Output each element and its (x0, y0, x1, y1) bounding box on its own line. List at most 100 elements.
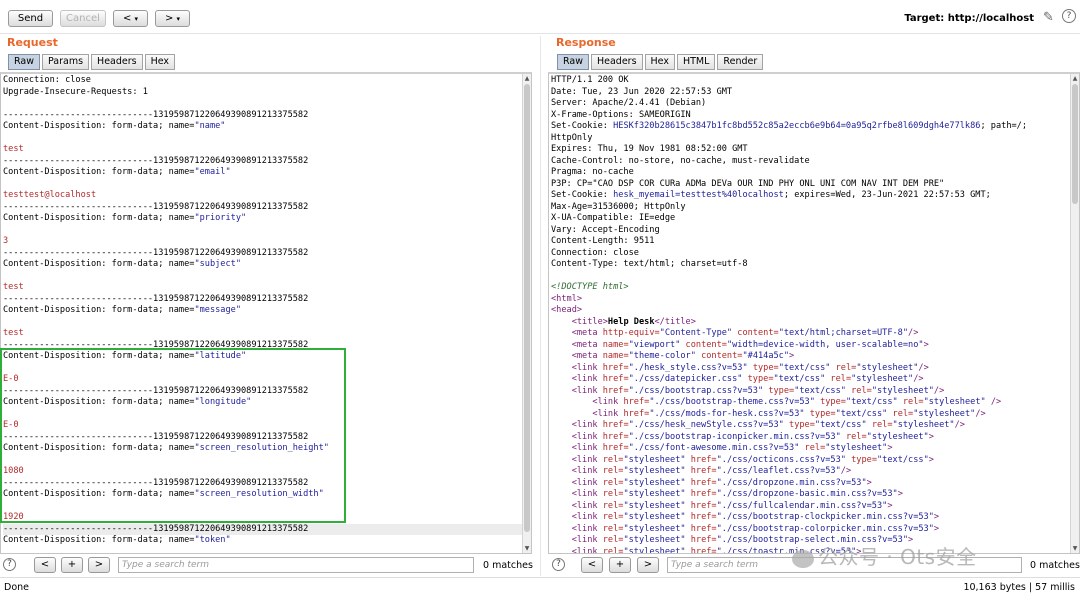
scroll-thumb[interactable] (524, 84, 530, 532)
html-token: "stylesheet" (913, 408, 976, 419)
line-text: E-0 (3, 374, 19, 384)
html-token: "./css/font-awesome.min.css?v=53" (628, 443, 805, 453)
html-token: <meta (571, 351, 603, 361)
html-token: "./hesk_style.css?v=53" (628, 362, 753, 373)
response-scrollbar[interactable]: ▲ ▼ (1070, 74, 1079, 553)
html-token: <title> (571, 316, 608, 327)
tab-html[interactable]: HTML (676, 54, 716, 70)
search-next-button[interactable]: > (88, 557, 110, 573)
pencil-icon[interactable]: ✎ (1043, 10, 1054, 25)
tab-raw[interactable]: Raw (8, 54, 40, 70)
scroll-up-icon[interactable]: ▲ (523, 74, 531, 83)
scroll-up-icon[interactable]: ▲ (1071, 74, 1079, 83)
html-token: "stylesheet" (623, 523, 691, 534)
html-token: "stylesheet" (623, 546, 691, 554)
scroll-down-icon[interactable]: ▼ (523, 544, 531, 553)
code-line: Content-Disposition: form-data; name="to… (3, 535, 531, 547)
response-editor[interactable]: HTTP/1.1 200 OK Date: Tue, 23 Jun 2020 22… (548, 72, 1080, 554)
code-line: 1920 (3, 512, 531, 524)
pane-divider[interactable] (540, 36, 541, 576)
help-icon[interactable]: ? (1062, 9, 1076, 23)
cookie-value: hesk_myemail=testtest%40localhost (613, 190, 784, 200)
search-add-button[interactable]: + (61, 557, 83, 573)
status-bar: Done 10,163 bytes | 57 millis (0, 577, 1080, 599)
html-token: /> (918, 362, 929, 373)
line-text: Upgrade-Insecure-Requests: 1 (3, 86, 148, 97)
search-next-button[interactable]: > (637, 557, 659, 573)
html-token: rel= (602, 489, 624, 499)
search-help-icon[interactable]: ? (3, 558, 16, 571)
code-line: Pragma: no-cache (551, 167, 1079, 179)
html-token: rel= (602, 477, 624, 488)
tab-hex[interactable]: Hex (144, 54, 176, 70)
code-line: <link rel="stylesheet" href="./css/octic… (551, 455, 1079, 467)
html-token: href= (623, 397, 650, 407)
code-line: Content-Type: text/html; charset=utf-8 (551, 259, 1079, 271)
code-line: test (3, 282, 531, 294)
back-button[interactable]: < ▾ (113, 10, 148, 27)
scroll-down-icon[interactable]: ▼ (1071, 544, 1079, 553)
code-line: <meta name="theme-color" content="#414a5… (551, 351, 1079, 363)
html-token: "text/css" (877, 454, 929, 465)
tab-headers[interactable]: Headers (91, 54, 143, 70)
html-token: <link (592, 408, 624, 419)
tab-headers[interactable]: Headers (590, 54, 643, 70)
html-token: type= (747, 374, 774, 384)
html-token: > (923, 339, 929, 350)
html-token: "stylesheet" (623, 489, 691, 499)
code-line: -----------------------------13195987122… (3, 248, 531, 260)
line-text: Connection: close (3, 75, 91, 85)
forward-button[interactable]: > ▾ (155, 10, 190, 27)
code-line: Content-Disposition: form-data; name="su… (3, 259, 531, 271)
tab-render[interactable]: Render (717, 54, 764, 70)
request-scrollbar[interactable]: ▲ ▼ (522, 74, 531, 553)
html-token: href= (690, 546, 717, 554)
request-text[interactable]: Connection: close Upgrade-Insecure-Reques… (1, 74, 531, 547)
target-label: Target: http://localhost (904, 13, 1034, 24)
line-text: testtest@localhost (3, 190, 97, 200)
html-token: rel= (871, 420, 893, 430)
response-text[interactable]: HTTP/1.1 200 OK Date: Tue, 23 Jun 2020 22… (549, 74, 1079, 554)
send-button[interactable]: Send (8, 10, 53, 27)
line-text: -----------------------------13195987122… (3, 339, 309, 350)
html-token: <link (571, 523, 603, 534)
response-size: 10,163 bytes | 57 millis (963, 582, 1075, 593)
html-token: href= (602, 385, 629, 396)
code-line: Max-Age=31536000; HttpOnly (551, 202, 1079, 214)
code-line: <link href="./css/hesk_newStyle.css?v=53… (551, 420, 1079, 432)
search-prev-button[interactable]: < (34, 557, 56, 573)
line-text: P3P: CP="CAO DSP COR CURa ADMa DEVa OUR … (551, 178, 945, 189)
html-token: "text/css" (814, 420, 872, 430)
scroll-thumb[interactable] (1072, 84, 1078, 204)
cancel-button[interactable]: Cancel (60, 10, 106, 27)
html-token: content= (685, 339, 727, 350)
search-input[interactable]: Type a search term (118, 557, 474, 573)
search-add-button[interactable]: + (609, 557, 631, 573)
line-text: X-Frame-Options: SAMEORIGIN (551, 109, 691, 120)
html-token: "stylesheet" (892, 420, 955, 430)
tab-params[interactable]: Params (41, 54, 90, 70)
match-count: 0 matches (1030, 560, 1080, 571)
code-line: <link href="./css/bootstrap-theme.css?v=… (551, 397, 1079, 409)
line-text: Content-Disposition: form-data; name= (3, 259, 195, 269)
search-prev-button[interactable]: < (581, 557, 603, 573)
tab-hex[interactable]: Hex (644, 54, 675, 70)
search-help-icon[interactable]: ? (552, 558, 565, 571)
code-line: HttpOnly (551, 133, 1079, 145)
forward-label: > (164, 13, 174, 24)
field-name: "token" (194, 535, 231, 545)
tab-raw[interactable]: Raw (557, 54, 589, 70)
line-text: -----------------------------13195987122… (3, 247, 309, 258)
html-token: /> (933, 385, 945, 396)
request-editor[interactable]: Connection: close Upgrade-Insecure-Reques… (0, 72, 532, 554)
html-token: rel= (892, 408, 914, 419)
html-token: name= (602, 351, 629, 361)
line-text: Content-Disposition: form-data; name= (3, 489, 195, 499)
